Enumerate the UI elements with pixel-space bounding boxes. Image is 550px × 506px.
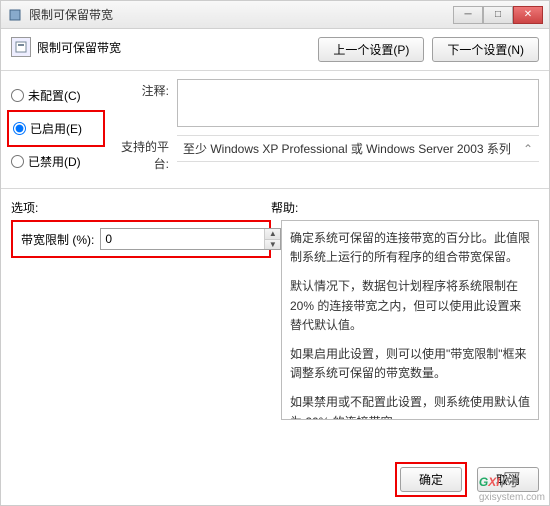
window-controls: ─ □ ✕ — [453, 6, 543, 24]
titlebar: 限制可保留带宽 ─ □ ✕ — [1, 1, 549, 29]
spin-up-button[interactable]: ▲ — [265, 229, 280, 240]
platform-value: 至少 Windows XP Professional 或 Windows Ser… — [183, 140, 511, 157]
options-label: 选项: — [11, 199, 271, 216]
bandwidth-limit-box: 带宽限制 (%): ▲ ▼ — [11, 220, 271, 258]
radio-enabled[interactable]: 已启用(E) — [13, 120, 99, 137]
caret-icon: ⌃ — [523, 142, 533, 156]
page-heading: 限制可保留带宽 — [37, 39, 121, 56]
help-p1: 确定系统可保留的连接带宽的百分比。此值限制系统上运行的所有程序的组合带宽保留。 — [290, 229, 530, 267]
window-title: 限制可保留带宽 — [29, 6, 453, 23]
comment-input[interactable] — [177, 79, 539, 127]
cancel-button[interactable]: 取消 — [477, 467, 539, 492]
radio-enabled-input[interactable] — [13, 122, 26, 135]
comment-label: 注释: — [109, 79, 169, 99]
radio-disabled-label: 已禁用(D) — [28, 153, 81, 170]
radio-enabled-label: 已启用(E) — [30, 120, 82, 137]
radio-not-configured[interactable]: 未配置(C) — [11, 87, 101, 104]
maximize-button[interactable]: □ — [483, 6, 513, 24]
help-p2: 默认情况下，数据包计划程序将系统限制在 20% 的连接带宽之内，但可以使用此设置… — [290, 277, 530, 335]
help-p4: 如果禁用或不配置此设置，则系统使用默认值为 20% 的连接带宽。 — [290, 393, 530, 420]
help-label: 帮助: — [271, 199, 539, 216]
radio-not-configured-label: 未配置(C) — [28, 87, 81, 104]
help-text-box: 确定系统可保留的连接带宽的百分比。此值限制系统上运行的所有程序的组合带宽保留。 … — [281, 220, 539, 420]
bandwidth-limit-spinner[interactable]: ▲ ▼ — [100, 228, 281, 250]
next-setting-button[interactable]: 下一个设置(N) — [432, 37, 539, 62]
app-icon — [7, 7, 23, 23]
bandwidth-limit-input[interactable] — [101, 229, 264, 249]
radio-not-configured-input[interactable] — [11, 89, 24, 102]
prev-setting-button[interactable]: 上一个设置(P) — [318, 37, 424, 62]
close-button[interactable]: ✕ — [513, 6, 543, 24]
ok-button[interactable]: 确定 — [400, 467, 462, 492]
minimize-button[interactable]: ─ — [453, 6, 483, 24]
platform-value-box: 至少 Windows XP Professional 或 Windows Ser… — [177, 135, 539, 162]
policy-icon — [11, 37, 31, 57]
spin-down-button[interactable]: ▼ — [265, 240, 280, 250]
radio-disabled-input[interactable] — [11, 155, 24, 168]
radio-disabled[interactable]: 已禁用(D) — [11, 153, 101, 170]
help-p3: 如果启用此设置，则可以使用"带宽限制"框来调整系统可保留的带宽数量。 — [290, 345, 530, 383]
bandwidth-limit-label: 带宽限制 (%): — [21, 231, 94, 248]
platform-label: 支持的平台: — [109, 135, 169, 172]
